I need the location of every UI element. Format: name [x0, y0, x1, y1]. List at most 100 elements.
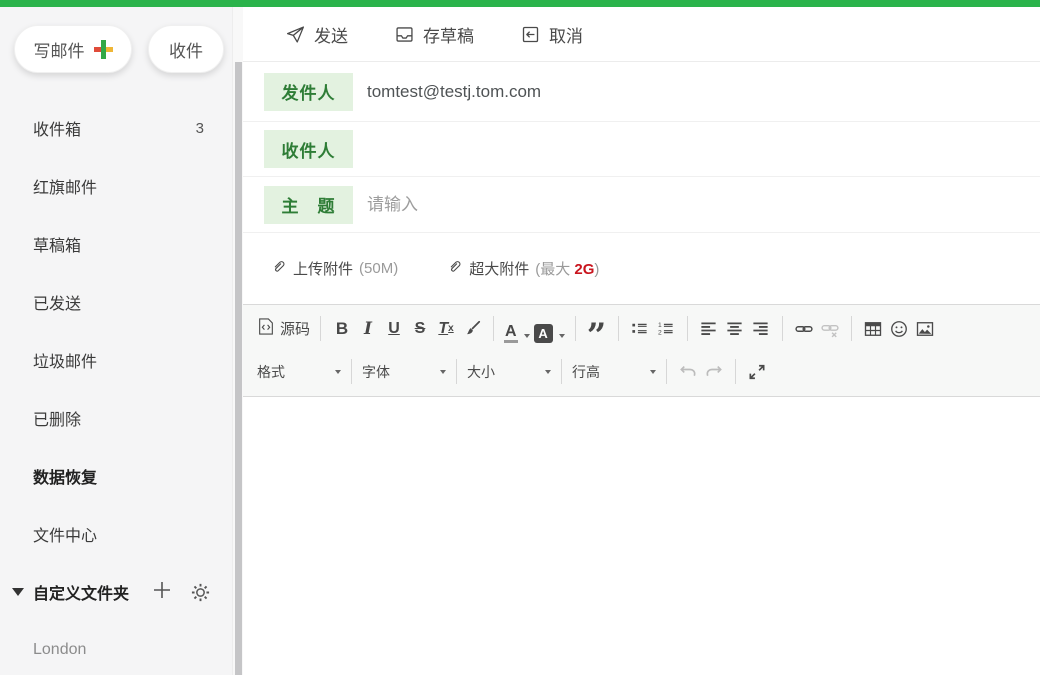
upload-attachment-limit: (50M): [359, 260, 398, 277]
toolbar-separator: [493, 316, 494, 341]
subject-input[interactable]: [367, 195, 1040, 215]
from-field-row: 发件人 tomtest@testj.tom.com: [243, 62, 1040, 122]
format-select-label: 格式: [257, 362, 285, 382]
sent-label: 已发送: [33, 290, 81, 314]
underline-button[interactable]: U: [381, 315, 407, 343]
unlink-button[interactable]: [817, 315, 843, 343]
large-attachment-button[interactable]: 超大附件 (最大 2G): [446, 258, 599, 279]
caret-down-icon[interactable]: [524, 334, 530, 338]
text-color-letter: A: [504, 325, 518, 343]
upload-attachment-button[interactable]: 上传附件 (50M): [270, 258, 398, 279]
remove-format-button[interactable]: Tx: [433, 315, 459, 343]
toolbar-row-1: 源码 B I U S Tx A: [255, 307, 1030, 350]
bold-button[interactable]: B: [329, 315, 355, 343]
compose-action-bar: 发送 存草稿 取消: [243, 7, 1040, 62]
large-attachment-limit: (最大 2G): [535, 258, 599, 279]
inbox-label: 收件箱: [33, 116, 81, 140]
format-select[interactable]: 格式: [255, 359, 343, 385]
london-folder-label: London: [33, 641, 86, 659]
caret-down-icon: [545, 370, 551, 374]
emoji-button[interactable]: [886, 315, 912, 343]
format-brush-button[interactable]: [459, 315, 485, 343]
vertical-scrollbar[interactable]: [232, 7, 243, 675]
font-select-label: 字体: [362, 362, 390, 382]
paperclip-icon: [270, 258, 287, 279]
cancel-button[interactable]: 取消: [520, 22, 583, 47]
save-draft-button[interactable]: 存草稿: [394, 22, 474, 47]
toolbar-separator: [782, 316, 783, 341]
maximize-button[interactable]: [744, 358, 770, 386]
paperclip-icon: [446, 258, 463, 279]
toolbar-separator: [456, 359, 457, 384]
caret-down-icon: [650, 370, 656, 374]
message-body-editor[interactable]: [243, 397, 1040, 675]
sidebar-item-flagged[interactable]: 红旗邮件: [0, 157, 232, 215]
attachment-row: 上传附件 (50M) 超大附件 (最大 2G): [243, 233, 1040, 304]
sidebar-item-inbox[interactable]: 收件箱 3: [0, 99, 232, 157]
sidebar-item-london-folder[interactable]: London: [0, 621, 232, 675]
large-attachment-max: 2G: [574, 261, 594, 278]
redo-button[interactable]: [701, 358, 727, 386]
cancel-label: 取消: [549, 22, 583, 47]
caret-down-icon: [335, 370, 341, 374]
receive-mail-button[interactable]: 收件: [148, 25, 224, 73]
sidebar-actions: 写邮件 收件: [0, 7, 232, 73]
gear-icon[interactable]: [190, 582, 211, 603]
from-label: 发件人: [264, 73, 353, 111]
sidebar-item-file-center[interactable]: 文件中心: [0, 505, 232, 563]
sidebar-item-drafts[interactable]: 草稿箱: [0, 215, 232, 273]
send-button[interactable]: 发送: [285, 22, 348, 47]
toolbar-separator: [575, 316, 576, 341]
large-attachment-prefix: (最大: [535, 261, 570, 278]
sidebar: 写邮件 收件 收件箱 3 红旗邮件 草稿箱 已发送: [0, 7, 232, 675]
to-input[interactable]: [367, 139, 1040, 159]
to-label: 收件人: [264, 130, 353, 168]
compose-panel: 发送 存草稿 取消: [243, 7, 1040, 675]
subject-label: 主 题: [264, 186, 353, 224]
toolbar-separator: [618, 316, 619, 341]
insert-link-button[interactable]: [791, 315, 817, 343]
undo-button[interactable]: [675, 358, 701, 386]
toolbar-separator: [320, 316, 321, 341]
compose-mail-button[interactable]: 写邮件: [14, 25, 132, 73]
toolbar-separator: [735, 359, 736, 384]
folder-menu: 收件箱 3 红旗邮件 草稿箱 已发送 垃圾邮件 已删除 数据恢复 文件中心: [0, 99, 232, 675]
align-right-button[interactable]: [748, 315, 774, 343]
italic-button[interactable]: I: [355, 315, 381, 343]
strikethrough-button[interactable]: S: [407, 315, 433, 343]
compose-button-label: 写邮件: [34, 37, 85, 62]
inbox-unread-count: 3: [196, 120, 204, 137]
data-recovery-label: 数据恢复: [33, 464, 97, 488]
text-color-button[interactable]: A: [502, 315, 532, 343]
caret-down-icon[interactable]: [559, 334, 565, 338]
insert-image-button[interactable]: [912, 315, 938, 343]
toolbar-row-2: 格式 字体 大小 行高: [255, 350, 1030, 393]
save-draft-icon: [394, 24, 415, 45]
scrollbar-thumb[interactable]: [235, 62, 242, 675]
lineheight-select[interactable]: 行高: [570, 359, 658, 385]
align-left-button[interactable]: [696, 315, 722, 343]
blockquote-button[interactable]: ”: [584, 315, 610, 343]
bg-color-button[interactable]: A: [532, 315, 567, 343]
custom-folders-header[interactable]: 自定义文件夹: [0, 563, 232, 621]
numbered-list-button[interactable]: 1 2: [653, 315, 679, 343]
add-folder-icon[interactable]: [151, 579, 173, 606]
sidebar-item-data-recovery[interactable]: 数据恢复: [0, 447, 232, 505]
insert-table-button[interactable]: [860, 315, 886, 343]
font-select[interactable]: 字体: [360, 359, 448, 385]
sidebar-item-deleted[interactable]: 已删除: [0, 389, 232, 447]
flagged-label: 红旗邮件: [33, 174, 97, 198]
sidebar-item-spam[interactable]: 垃圾邮件: [0, 331, 232, 389]
align-center-button[interactable]: [722, 315, 748, 343]
caret-down-icon[interactable]: [12, 588, 24, 596]
source-code-button[interactable]: 源码: [255, 315, 312, 343]
bullet-list-button[interactable]: [627, 315, 653, 343]
sidebar-item-sent[interactable]: 已发送: [0, 273, 232, 331]
size-select[interactable]: 大小: [465, 359, 553, 385]
toolbar-separator: [687, 316, 688, 341]
source-code-label: 源码: [280, 318, 310, 339]
caret-down-icon: [440, 370, 446, 374]
from-address[interactable]: tomtest@testj.tom.com: [367, 82, 541, 102]
svg-text:1: 1: [658, 322, 662, 329]
richtext-toolbar: 源码 B I U S Tx A: [243, 304, 1040, 397]
